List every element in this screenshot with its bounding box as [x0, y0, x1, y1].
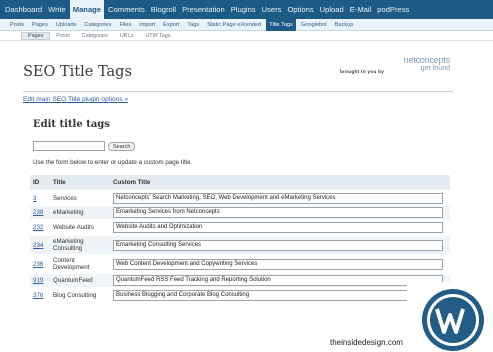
subnav-static-page-extended[interactable]: Static Page eXtended	[204, 19, 264, 31]
table-row: 232 Website Audits Website Audits and Opti…	[30, 219, 450, 234]
row-custom-cell: Business Blogging and Corporate Blog Con…	[111, 290, 450, 301]
row-id: 236	[30, 261, 50, 268]
row-custom-cell: Web Content Development and Copywriting …	[111, 258, 450, 270]
subnav-uploads[interactable]: Uploads	[53, 19, 80, 31]
custom-title-input[interactable]: QuantumFeed RSS Feed Tracking and Report…	[113, 275, 443, 286]
row-title: eMarketing Consulting	[53, 238, 84, 252]
netconcepts-logo[interactable]: netconcepts get found	[388, 55, 451, 72]
subnav-posts[interactable]: Posts	[7, 19, 27, 31]
logo-line2: get found	[420, 65, 450, 72]
nav-options[interactable]: Options	[285, 0, 315, 19]
row-id: 238	[30, 209, 50, 216]
row-id: 3	[30, 195, 50, 202]
col-custom-header: Custom Title	[113, 179, 151, 186]
help-text: Use the form below to enter or update a …	[33, 159, 193, 166]
nav-presentation[interactable]: Presentation	[180, 0, 227, 19]
row-title: Blog Consulting	[53, 292, 97, 299]
search-input[interactable]	[33, 141, 105, 151]
row-title: Services	[53, 194, 77, 202]
divider	[23, 91, 453, 92]
table-row: 919 QuantumFeed QuantumFeed RSS Feed Track…	[30, 272, 450, 287]
subsubnav-posts[interactable]: Posts	[50, 33, 75, 39]
table-row: 238 eMarketing Emarketing Services from Ne…	[30, 204, 450, 219]
row-id-link[interactable]: 919	[33, 277, 43, 284]
row-title: Website Audits	[53, 224, 94, 231]
main-nav: Dashboard Write Manage Comments Blogroll Pres…	[0, 0, 493, 19]
subsub-nav: Pages Posts Categories URLs UTW Tags	[0, 31, 493, 41]
title-tags-table: ID Title Custom Title 3 Services Netconcep…	[30, 175, 450, 302]
row-custom-cell: QuantumFeed RSS Feed Tracking and Report…	[111, 275, 450, 286]
nav-plugins[interactable]: Plugins	[229, 0, 258, 19]
custom-title-input[interactable]: Netconcepts' Search Marketing, SEO, Web …	[113, 192, 443, 204]
page-title: SEO Title Tags	[23, 64, 132, 80]
row-custom-cell: Netconcepts' Search Marketing, SEO, Web …	[111, 192, 450, 204]
subnav-googlebot[interactable]: Googlebot	[298, 19, 330, 31]
subsubnav-utw-tags[interactable]: UTW Tags	[139, 33, 176, 39]
subnav-categories[interactable]: Categories	[81, 19, 114, 31]
search-button[interactable]: Search	[108, 142, 136, 151]
col-title-header: Title	[53, 179, 66, 186]
subnav-title-tags[interactable]: Title Tags	[266, 18, 296, 31]
table-row: 3 Services Netconcepts' Search Marketing, …	[30, 190, 450, 204]
wordpress-logo-icon	[407, 282, 493, 352]
nav-e-mail[interactable]: E-Mail	[348, 0, 374, 19]
subnav-import[interactable]: Import	[136, 19, 158, 31]
row-id: 376	[30, 292, 50, 299]
edit-options-link[interactable]: Edit main SEO Title plugin options »	[23, 96, 128, 103]
nav-comments[interactable]: Comments	[106, 0, 147, 19]
row-title: QuantumFeed	[53, 277, 93, 284]
row-id: 919	[30, 277, 50, 284]
custom-title-input[interactable]: Business Blogging and Corporate Blog Con…	[113, 290, 443, 301]
nav-upload[interactable]: Upload	[318, 0, 346, 19]
custom-title-input[interactable]: Emarketing Services from Netconcepts	[113, 207, 443, 218]
subsubnav-urls[interactable]: URLs	[114, 33, 139, 39]
nav-users[interactable]: Users	[260, 0, 284, 19]
row-id-link[interactable]: 238	[33, 209, 43, 216]
nav-manage[interactable]: Manage	[69, 0, 105, 19]
subsubnav-categories[interactable]: Categories	[76, 33, 114, 39]
watermark: theinsidedesign.com	[330, 338, 403, 347]
row-id-link[interactable]: 234	[33, 242, 43, 249]
row-id: 234	[30, 242, 50, 249]
col-id-header: ID	[33, 179, 40, 186]
row-title: Content Development	[53, 257, 90, 271]
custom-title-input[interactable]: Web Content Development and Copywriting …	[113, 258, 443, 270]
row-id-link[interactable]: 3	[33, 195, 36, 202]
row-id-link[interactable]: 376	[33, 292, 43, 299]
table-row: 236 Content Development Web Content Develo…	[30, 254, 450, 272]
custom-title-input[interactable]: Emarketing Consulting Services	[113, 239, 443, 251]
subnav-tags[interactable]: Tags	[184, 19, 202, 31]
subnav-backup[interactable]: Backup	[332, 19, 357, 31]
row-id: 232	[30, 224, 50, 231]
section-title: Edit title tags	[33, 119, 110, 130]
row-custom-cell: Website Audits and Optimization	[111, 222, 450, 233]
subnav-export[interactable]: Export	[160, 19, 182, 31]
table-row: 234 eMarketing Consulting Emarketing Consu…	[30, 234, 450, 254]
nav-dashboard[interactable]: Dashboard	[3, 0, 44, 19]
table-header: ID Title Custom Title	[30, 175, 450, 190]
row-custom-cell: Emarketing Services from Netconcepts	[111, 207, 450, 218]
custom-title-input[interactable]: Website Audits and Optimization	[113, 222, 443, 233]
row-id-link[interactable]: 236	[33, 261, 43, 268]
row-id-link[interactable]: 232	[33, 224, 43, 231]
sub-nav: Posts Pages Uploads Categories Files Import Ex…	[0, 18, 493, 31]
table-row: 376 Blog Consulting Business Blogging and …	[30, 287, 450, 302]
subnav-files[interactable]: Files	[116, 19, 134, 31]
row-custom-cell: Emarketing Consulting Services	[111, 239, 450, 251]
logo-line1: netconcepts	[403, 55, 451, 65]
subnav-pages[interactable]: Pages	[29, 19, 51, 31]
subsubnav-pages[interactable]: Pages	[21, 31, 51, 40]
nav-write[interactable]: Write	[46, 0, 68, 19]
brought-by-label: brought to you by	[340, 69, 385, 74]
row-title: eMarketing	[53, 209, 84, 216]
nav-podpress[interactable]: podPress	[375, 0, 411, 19]
nav-blogroll[interactable]: Blogroll	[149, 0, 178, 19]
